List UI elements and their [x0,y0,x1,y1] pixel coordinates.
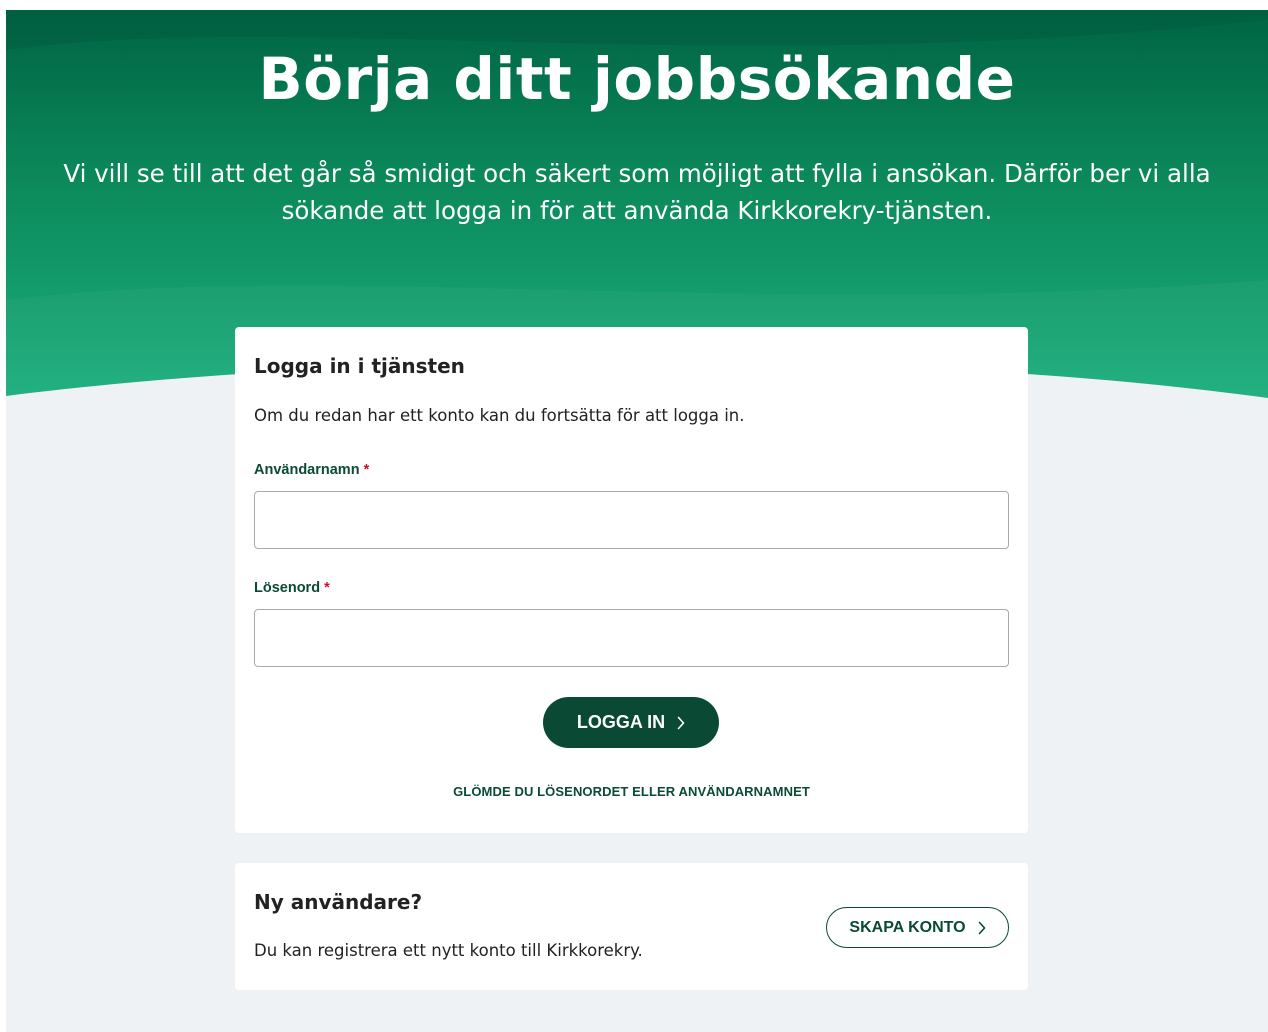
page-subtitle: Vi vill se till att det går så smidigt o… [63,159,1211,225]
username-input[interactable] [254,491,1009,549]
create-account-button[interactable]: SKAPA KONTO [826,907,1009,948]
new-user-text: Du kan registrera ett nytt konto till Ki… [254,941,643,960]
login-intro-text: Om du redan har ett konto kan du fortsät… [254,406,745,425]
login-button[interactable]: LOGGA IN [543,697,719,748]
password-input[interactable] [254,609,1009,667]
required-marker: * [324,580,330,596]
chevron-right-icon [677,716,685,730]
login-page: Börja ditt jobbsökande Vi vill se till a… [0,0,1268,1032]
login-heading: Logga in i tjänsten [254,354,465,378]
new-user-card: Ny användare? Du kan registrera ett nytt… [235,863,1028,990]
password-label-text: Lösenord [254,580,321,596]
create-account-label: SKAPA KONTO [849,918,966,936]
login-card: Logga in i tjänsten Om du redan har ett … [235,327,1028,833]
username-label-text: Användarnamn [254,462,360,478]
required-marker: * [363,462,370,478]
forgot-credentials-link[interactable]: GLÖMDE DU LÖSENORDET ELLER ANVÄNDARNAMNE… [235,784,1028,799]
page-title: Börja ditt jobbsökande [258,45,1016,113]
chevron-right-icon [978,921,986,935]
new-user-heading: Ny användare? [254,890,423,914]
password-label: Lösenord * [254,579,330,597]
username-label: Användarnamn * [254,461,369,479]
login-button-label: LOGGA IN [576,712,666,732]
